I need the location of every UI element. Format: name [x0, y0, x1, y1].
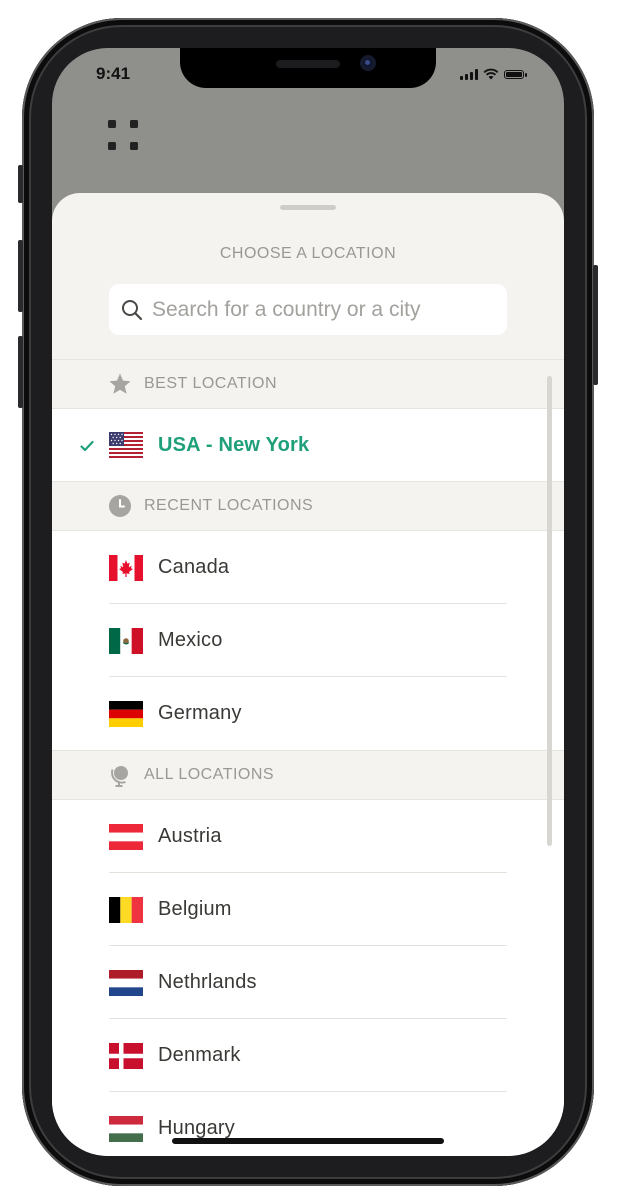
power-button [593, 265, 598, 385]
location-label: Mexico [158, 629, 223, 651]
search-input[interactable] [152, 297, 507, 322]
location-row-germany[interactable]: Germany [52, 677, 564, 750]
star-icon [109, 373, 131, 394]
list-scrollbar[interactable] [547, 376, 552, 846]
flag-canada-icon [109, 554, 143, 581]
location-row-denmark[interactable]: Denmark [52, 1019, 564, 1092]
search-box[interactable] [109, 284, 507, 335]
sheet-title: CHOOSE A LOCATION [219, 245, 397, 262]
status-time: 9:41 [96, 64, 131, 83]
flag-denmark-icon [109, 1042, 143, 1069]
location-label: USA - New York [158, 433, 310, 456]
phone-screen: 9:41 CHOOSE A LOCATION Search for a coun… [52, 48, 564, 1156]
section-header-best: BEST LOCATION [52, 359, 564, 409]
clock-icon [109, 495, 131, 517]
battery-icon [504, 69, 527, 79]
location-list: BEST LOCATION USA - New York RECENT LOCA… [52, 359, 564, 1156]
volume-down-button [18, 336, 23, 408]
home-indicator[interactable] [172, 1138, 444, 1144]
menu-grid-icon[interactable] [108, 120, 140, 152]
flag-netherlands-icon [109, 969, 143, 996]
speaker-grille [276, 60, 340, 68]
flag-germany-icon [109, 700, 143, 727]
location-label: Austria [158, 825, 222, 847]
location-row-usa-new-york[interactable]: USA - New York [52, 409, 564, 481]
flag-mexico-icon [109, 627, 143, 654]
location-label: Hungary [158, 1117, 235, 1139]
location-label: Germany [158, 702, 242, 724]
section-label-recent: RECENT LOCATIONS [144, 497, 314, 514]
location-row-austria[interactable]: Austria [52, 800, 564, 873]
check-icon [80, 440, 94, 452]
section-header-recent: RECENT LOCATIONS [52, 481, 564, 531]
location-row-netherlands[interactable]: Nethrlands [52, 946, 564, 1019]
flag-usa-icon [109, 432, 143, 458]
globe-icon [111, 766, 128, 787]
volume-up-button [18, 240, 23, 312]
location-label: Canada [158, 556, 230, 578]
notch [180, 48, 436, 88]
search-icon [122, 299, 143, 320]
flag-hungary-icon [109, 1115, 143, 1142]
location-label: Belgium [158, 898, 232, 920]
silent-switch [18, 165, 23, 203]
location-sheet: CHOOSE A LOCATION BEST LOCATION [52, 193, 564, 1156]
wifi-icon [483, 68, 499, 80]
section-header-all: ALL LOCATIONS [52, 750, 564, 800]
flag-belgium-icon [109, 896, 143, 923]
front-camera [360, 55, 376, 71]
flag-austria-icon [109, 823, 143, 850]
location-row-belgium[interactable]: Belgium [52, 873, 564, 946]
location-label: Denmark [158, 1044, 241, 1066]
status-icons [460, 68, 527, 80]
location-row-mexico[interactable]: Mexico [52, 604, 564, 677]
cellular-signal-icon [460, 68, 478, 80]
location-row-hungary[interactable]: Hungary [52, 1092, 564, 1156]
location-row-canada[interactable]: Canada [52, 531, 564, 604]
section-label-best: BEST LOCATION [144, 375, 278, 392]
sheet-grabber-handle[interactable] [280, 205, 336, 210]
location-label: Nethrlands [158, 971, 257, 993]
section-label-all: ALL LOCATIONS [144, 766, 275, 783]
